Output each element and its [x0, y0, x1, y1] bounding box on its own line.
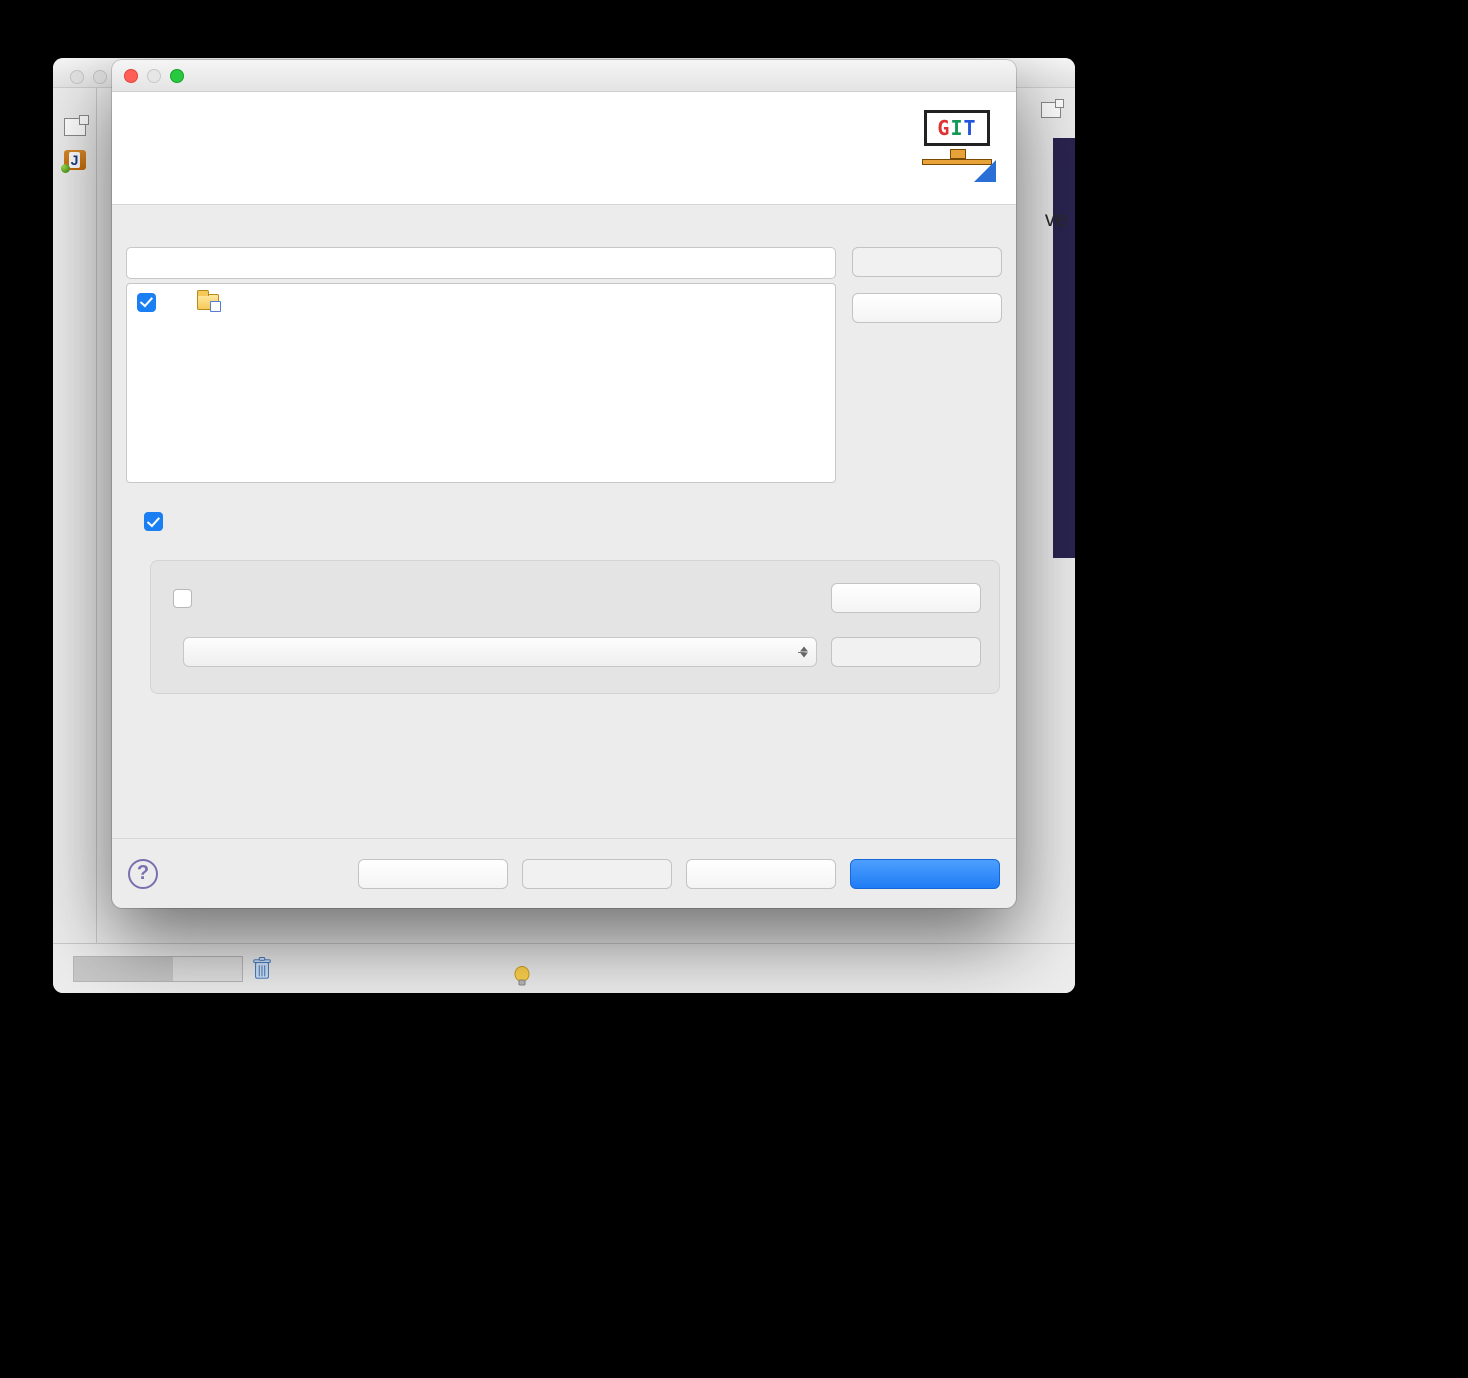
select-working-set-button[interactable] — [831, 637, 981, 667]
nested-projects-row — [126, 509, 1002, 534]
minimize-icon — [147, 69, 161, 83]
dialog-footer: ? — [112, 838, 1016, 908]
add-to-working-sets-checkbox[interactable] — [173, 589, 192, 608]
working-sets-combo[interactable] — [183, 637, 817, 667]
tip-bulb-icon[interactable] — [512, 966, 532, 993]
project-item[interactable] — [133, 288, 829, 316]
close-icon[interactable] — [70, 70, 84, 84]
project-name — [229, 292, 245, 312]
restore-window-icon[interactable] — [1041, 102, 1061, 118]
left-toolbar: J — [53, 88, 97, 943]
right-panel-sliver — [1053, 138, 1075, 558]
import-projects-dialog: GIT — [112, 60, 1016, 908]
back-button[interactable] — [358, 859, 508, 889]
dialog-body — [112, 205, 1016, 838]
dialog-titlebar[interactable] — [112, 60, 1016, 92]
help-icon[interactable]: ? — [128, 859, 158, 889]
status-bar — [53, 943, 1075, 993]
gc-trash-icon[interactable] — [249, 956, 275, 982]
new-working-set-button[interactable] — [831, 583, 981, 613]
next-button[interactable] — [522, 859, 672, 889]
zoom-icon[interactable] — [170, 69, 184, 83]
dialog-title — [200, 66, 208, 86]
select-all-button[interactable] — [852, 247, 1002, 277]
dialog-header-text — [132, 110, 154, 116]
memory-fill — [74, 957, 173, 981]
project-checkbox[interactable] — [137, 293, 156, 312]
folder-icon — [197, 294, 219, 310]
working-sets-group — [126, 560, 1002, 694]
dialog-traffic-lights — [124, 69, 184, 83]
git-wizard-icon: GIT — [906, 110, 996, 182]
behind-text-ve: ve — [1045, 208, 1067, 232]
dialog-header: GIT — [112, 92, 1016, 205]
working-sets-box — [150, 560, 1000, 694]
deselect-all-button[interactable] — [852, 293, 1002, 323]
search-nested-checkbox[interactable] — [144, 512, 163, 531]
minimize-icon[interactable] — [93, 70, 107, 84]
finish-button[interactable] — [850, 859, 1000, 889]
restore-view-icon[interactable] — [64, 118, 86, 136]
close-icon[interactable] — [124, 69, 138, 83]
projects-filter-input[interactable] — [126, 247, 836, 279]
memory-meter[interactable] — [73, 956, 243, 982]
java-perspective-icon[interactable]: J — [64, 150, 86, 170]
projects-list[interactable] — [126, 283, 836, 483]
cancel-button[interactable] — [686, 859, 836, 889]
